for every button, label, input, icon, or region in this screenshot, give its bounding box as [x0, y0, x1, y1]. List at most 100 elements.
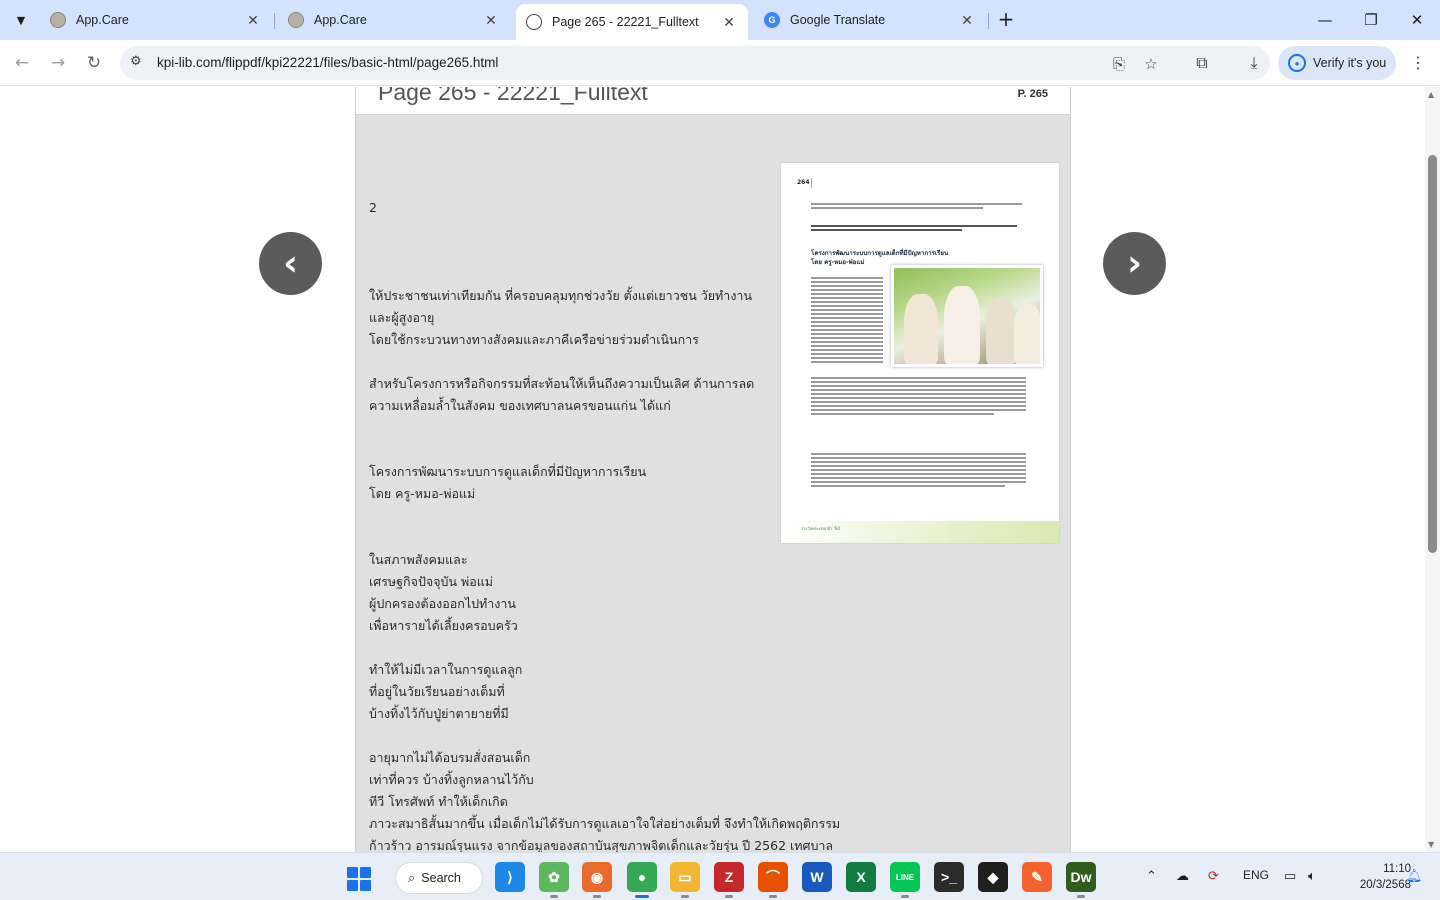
- page-body: 2 ให้ประชาชนเท่าเทียมกัน ที่ครอบคลุมทุกช่…: [355, 115, 1071, 852]
- clock-date: 20/3/2568: [1359, 879, 1411, 891]
- windows-taskbar: ⌕ Search ⟩ ✿ ◉ ● ▭ Z ⌒ W X LINE >_ ◆ ✎ Dw ⌃ ☁ ⟳ ENG ▭…: [0, 852, 1440, 900]
- tab-title: App.Care: [314, 13, 367, 27]
- bookmark-star-icon[interactable]: ☆: [1140, 53, 1162, 75]
- thumbnail-footer-label: รางวัลพระปกเกล้า '64: [801, 526, 840, 531]
- shield-app-icon[interactable]: ◆: [978, 862, 1008, 892]
- close-icon[interactable]: ✕: [958, 12, 976, 29]
- windows-logo-icon: [347, 867, 358, 878]
- thumbnail-page-number: 264: [797, 179, 810, 186]
- translate-icon[interactable]: ⎘: [1108, 53, 1130, 75]
- previous-page-button[interactable]: ‹: [259, 232, 322, 295]
- leaf-app-icon[interactable]: ✿: [539, 862, 569, 898]
- app-care-favicon: [288, 12, 304, 28]
- page-header: Page 265 - 22221_Fulltext P. 265: [355, 87, 1071, 115]
- tray-overflow-icon[interactable]: ⌃: [1146, 868, 1157, 884]
- scroll-up-icon[interactable]: ▲: [1428, 90, 1434, 99]
- verify-profile-button[interactable]: ● Verify it's you: [1278, 46, 1396, 80]
- fulltext-line: ความเหลื่อมล้ำในสังคม ของเทศบาลนครขอนแก่…: [369, 398, 671, 413]
- onedrive-icon[interactable]: ☁: [1176, 868, 1189, 884]
- fulltext-line: ให้ประชาชนเท่าเทียมกัน ที่ครอบคลุมทุกช่ว…: [369, 288, 752, 303]
- fulltext-line: [369, 527, 849, 549]
- tab-google-translate[interactable]: G Google Translate ✕: [754, 6, 986, 34]
- fulltext-line: ทำให้ไม่มีเวลาในการดูแลลูก: [369, 662, 523, 677]
- close-icon[interactable]: ✕: [720, 14, 738, 31]
- excel-icon[interactable]: X: [846, 862, 876, 892]
- extensions-icon[interactable]: ⧉: [1188, 49, 1216, 77]
- fulltext-line: เท่าที่ควร บ้างทิ้งลูกหลานไว้กับ: [369, 772, 534, 787]
- page-viewport: Page 265 - 22221_Fulltext P. 265 2 ให้ประ…: [0, 87, 1440, 852]
- close-icon[interactable]: ✕: [482, 12, 500, 29]
- scroll-down-icon[interactable]: ▼: [1428, 840, 1434, 849]
- back-button[interactable]: ←: [8, 49, 36, 77]
- language-indicator[interactable]: ENG: [1243, 868, 1269, 882]
- taskbar-search[interactable]: ⌕ Search: [395, 862, 483, 894]
- fulltext-line: [369, 219, 849, 241]
- chevron-down-icon: ▼: [16, 13, 26, 27]
- network-icon[interactable]: ▭: [1284, 868, 1296, 884]
- fulltext-line: [369, 505, 849, 527]
- next-page-button[interactable]: ›: [1103, 232, 1166, 295]
- fulltext-content: 2 ให้ประชาชนเท่าเทียมกัน ที่ครอบคลุมทุกช่…: [369, 197, 849, 852]
- close-icon[interactable]: ✕: [244, 12, 262, 29]
- close-window-button[interactable]: ✕: [1394, 6, 1440, 34]
- url-text[interactable]: kpi-lib.com/flippdf/kpi22221/files/basic…: [157, 55, 498, 70]
- word-icon[interactable]: W: [802, 862, 832, 892]
- notification-bell-icon[interactable]: 🔔︎: [1406, 868, 1423, 884]
- vscode-icon[interactable]: ⟩: [495, 862, 525, 892]
- tab-title: App.Care: [76, 13, 129, 27]
- thumbnail-heading-line: โครงการพัฒนาระบบการดูแลเด็กที่มีปัญหาการ…: [811, 250, 949, 257]
- volume-icon[interactable]: 🔈︎: [1308, 868, 1316, 884]
- fulltext-line: โดยใช้กระบวนทางทางสังคมและภาคีเครือข่ายร…: [369, 332, 699, 347]
- globe-icon: [526, 14, 542, 30]
- fulltext-line: [369, 417, 849, 439]
- minimize-button[interactable]: —: [1302, 6, 1348, 34]
- start-button[interactable]: [347, 867, 371, 891]
- dreamweaver-icon[interactable]: Dw: [1066, 862, 1096, 898]
- search-icon: ⌕: [408, 870, 416, 885]
- fingerprint-icon: ●: [1288, 54, 1306, 72]
- pdf-app-icon[interactable]: ⌒: [758, 862, 788, 898]
- taskbar-clock[interactable]: 11:10 20/3/2568: [1357, 861, 1411, 893]
- fulltext-line: เพื่อหารายได้เลี้ยงครอบครัว: [369, 618, 518, 633]
- vertical-scrollbar[interactable]: ▲ ▼: [1425, 87, 1440, 852]
- google-translate-icon: G: [764, 12, 780, 28]
- browser-toolbar: ← → ↻ ⚙ kpi-lib.com/flippdf/kpi22221/fil…: [0, 40, 1440, 86]
- forward-button[interactable]: →: [44, 49, 72, 77]
- firefox-icon[interactable]: ◉: [582, 862, 612, 898]
- terminal-icon[interactable]: >_: [934, 862, 964, 892]
- new-tab-button[interactable]: +: [994, 8, 1018, 32]
- site-info-icon[interactable]: ⚙: [130, 54, 142, 69]
- tab-separator: [988, 13, 989, 29]
- page-thumbnail[interactable]: 264 โครงการพัฒนาระบบการดูแลเด็กที่มีปัญห…: [781, 163, 1059, 543]
- fulltext-line: ก้าวร้าว อารมณ์รุนแรง จากข้อมูลของสถาบัน…: [369, 838, 834, 852]
- tab-app-care-2[interactable]: App.Care ✕: [278, 6, 510, 34]
- app-care-favicon: [50, 12, 66, 28]
- scrollbar-thumb[interactable]: [1428, 155, 1437, 553]
- chrome-icon[interactable]: ●: [627, 862, 657, 898]
- restore-button[interactable]: ❐: [1348, 6, 1394, 34]
- file-explorer-icon[interactable]: ▭: [670, 862, 700, 898]
- tab-search-button[interactable]: ▼: [8, 7, 34, 33]
- taskbar-search-label: Search: [421, 871, 461, 885]
- reload-button[interactable]: ↻: [80, 49, 108, 77]
- tab-separator: [274, 13, 275, 29]
- brush-app-icon[interactable]: ✎: [1022, 862, 1052, 892]
- fulltext-line: [369, 263, 849, 285]
- fulltext-line: ทีวี โทรศัพท์ ทำให้เด็กเกิด: [369, 794, 508, 809]
- line-icon[interactable]: LINE: [890, 862, 920, 898]
- thumbnail-rule: [811, 178, 812, 188]
- menu-kebab-icon[interactable]: ⋮: [1404, 49, 1432, 77]
- sync-icon[interactable]: ⟳: [1208, 868, 1219, 884]
- thumbnail-text-block: [811, 277, 883, 363]
- tab-app-care-1[interactable]: App.Care ✕: [40, 6, 272, 34]
- tab-page-265[interactable]: Page 265 - 22221_Fulltext ✕: [516, 4, 748, 40]
- fulltext-line: [369, 439, 849, 461]
- address-bar[interactable]: ⚙ kpi-lib.com/flippdf/kpi22221/files/bas…: [120, 46, 1270, 80]
- download-icon[interactable]: ⤓: [1240, 49, 1268, 77]
- filezilla-icon[interactable]: Z: [714, 862, 744, 898]
- fulltext-line: ที่อยู่ในวัยเรียนอย่างเต็มที่: [369, 684, 505, 699]
- thumbnail-text-block: [811, 377, 1026, 415]
- fulltext-line: อายุมากไม่ได้อบรมสั่งสอนเด็ก: [369, 750, 531, 765]
- fulltext-line: 2: [369, 200, 377, 215]
- fulltext-line: ในสภาพสังคมและ: [369, 552, 468, 567]
